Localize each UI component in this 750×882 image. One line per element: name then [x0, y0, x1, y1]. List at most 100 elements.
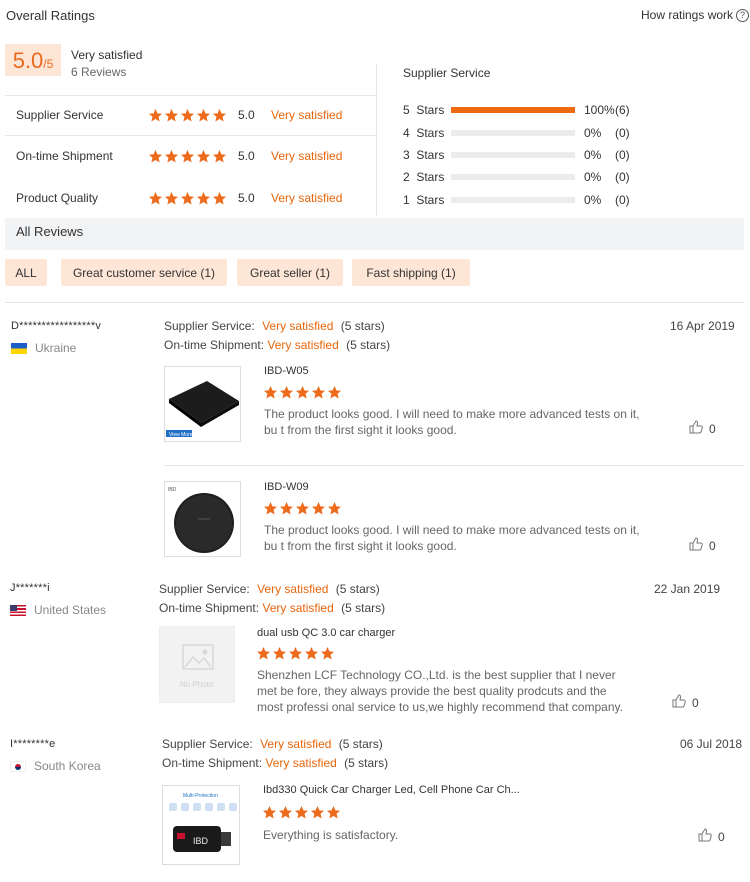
product-thumbnail[interactable]: Multi-Protection IBD	[162, 785, 240, 865]
product-title[interactable]: Ibd330 Quick Car Charger Led, Cell Phone…	[263, 784, 520, 796]
star-icon	[148, 108, 163, 122]
question-circle-icon: ?	[736, 8, 750, 22]
review-text: Everything is satisfactory.	[263, 828, 399, 842]
distribution-count: (0)	[615, 170, 630, 184]
like-button[interactable]: 0	[689, 537, 716, 554]
distribution-bar	[451, 130, 575, 136]
category-label: On-time Shipment	[16, 149, 113, 163]
star-icon	[294, 805, 309, 819]
filter-all[interactable]: ALL	[5, 259, 47, 286]
how-ratings-work-label: How ratings work	[641, 8, 734, 22]
star-icon	[196, 149, 211, 163]
country-label: South Korea	[34, 759, 101, 773]
star-icon	[310, 805, 325, 819]
thumbs-up-icon	[689, 420, 703, 437]
meta-label: On-time Shipment:	[159, 601, 260, 615]
thumbs-up-icon	[689, 537, 703, 554]
meta-stars: (5 stars)	[344, 756, 389, 770]
meta-stars: (5 stars)	[335, 582, 380, 596]
review-text: Shenzhen LCF Technology CO.,Ltd. is the …	[257, 668, 623, 714]
review-text: The product looks good. I will need to m…	[264, 407, 640, 437]
thumb-brand: IBD	[193, 836, 209, 846]
flag-united-states-icon	[10, 604, 26, 616]
category-label: Product Quality	[16, 191, 99, 205]
category-row-ontime-shipment: On-time Shipment 5.0 Very satisfied	[5, 136, 376, 176]
distribution-label: 1 Stars	[403, 193, 445, 207]
distribution-percent: 0%	[584, 193, 602, 207]
star-icon	[164, 149, 179, 163]
divider	[164, 465, 744, 466]
product-thumbnail[interactable]: IBD	[164, 481, 241, 557]
meta-value: Very satisfied	[265, 756, 337, 770]
star-icon	[311, 385, 326, 399]
divider	[376, 64, 377, 216]
all-reviews-header: All Reviews	[5, 218, 744, 250]
distribution-bar	[451, 174, 575, 180]
star-icon	[295, 501, 310, 515]
star-icon	[272, 646, 287, 660]
meta-value: Very satisfied	[257, 582, 329, 596]
country-label: United States	[34, 603, 107, 617]
filter-fast-shipping[interactable]: Fast shipping (1)	[352, 259, 470, 286]
product-thumbnail[interactable]: View More	[164, 366, 241, 442]
filter-great-customer-service[interactable]: Great customer service (1)	[61, 259, 227, 286]
page-title: Overall Ratings	[6, 8, 95, 23]
product-thumbnail[interactable]: No Photo	[159, 626, 235, 703]
thumb-label: Multi-Protection	[183, 793, 218, 799]
reviewer-country: South Korea	[10, 759, 101, 773]
star-icon	[196, 108, 211, 122]
distribution-percent: 100%	[584, 103, 615, 117]
product-title[interactable]: IBD-W05	[264, 365, 309, 377]
car-charger-image: Multi-Protection IBD	[163, 786, 239, 864]
product-stars	[256, 646, 335, 661]
overall-score-suffix: /5	[43, 57, 54, 71]
distribution-title: Supplier Service	[403, 66, 491, 80]
star-icon	[278, 805, 293, 819]
star-icon	[262, 805, 277, 819]
flag-ukraine-icon	[11, 342, 27, 354]
star-icon	[164, 108, 179, 122]
product-title[interactable]: IBD-W09	[264, 481, 309, 493]
filter-great-seller[interactable]: Great seller (1)	[237, 259, 343, 286]
ontime-shipment-rating: On-time Shipment: Very satisfied (5 star…	[164, 338, 390, 352]
distribution-percent: 0%	[584, 148, 602, 162]
reviewer-name: J*******i	[10, 582, 50, 594]
like-count: 0	[718, 829, 725, 844]
distribution-percent: 0%	[584, 170, 602, 184]
distribution-count: (0)	[615, 126, 630, 140]
star-icon	[180, 108, 195, 122]
meta-value: Very satisfied	[267, 338, 339, 352]
category-score: 5.0	[238, 108, 255, 122]
like-button[interactable]: 0	[672, 694, 699, 711]
category-stars	[148, 191, 227, 206]
overall-score: 5.0	[12, 48, 44, 73]
overall-label: Very satisfied	[71, 48, 143, 62]
product-stars	[262, 805, 341, 820]
thumb-label: No Photo	[180, 680, 214, 689]
product-title[interactable]: dual usb QC 3.0 car charger	[257, 627, 395, 639]
star-icon	[311, 501, 326, 515]
star-icon	[180, 149, 195, 163]
star-icon	[148, 149, 163, 163]
star-icon	[148, 191, 163, 205]
star-icon	[320, 646, 335, 660]
distribution-percent: 0%	[584, 126, 602, 140]
distribution-row: 4 Stars 0% (0)	[403, 126, 743, 140]
meta-stars: (5 stars)	[346, 338, 391, 352]
flag-south-korea-icon	[10, 760, 26, 772]
thumb-label: View More	[169, 432, 193, 438]
distribution-count: (0)	[615, 148, 630, 162]
like-count: 0	[709, 538, 716, 553]
like-button[interactable]: 0	[689, 420, 716, 437]
how-ratings-work-link[interactable]: How ratings work ?	[641, 8, 750, 22]
like-button[interactable]: 0	[698, 828, 725, 845]
reviewer-name: D*****************v	[11, 320, 102, 332]
category-row-supplier-service: Supplier Service 5.0 Very satisfied	[5, 95, 376, 135]
reviewer-country: Ukraine	[11, 341, 76, 355]
product-stars	[263, 385, 342, 400]
meta-label: On-time Shipment:	[164, 338, 265, 352]
category-row-product-quality: Product Quality 5.0 Very satisfied	[5, 178, 376, 218]
meta-label: Supplier Service:	[162, 737, 253, 751]
star-icon	[295, 385, 310, 399]
supplier-service-rating: Supplier Service: Very satisfied (5 star…	[164, 319, 385, 333]
